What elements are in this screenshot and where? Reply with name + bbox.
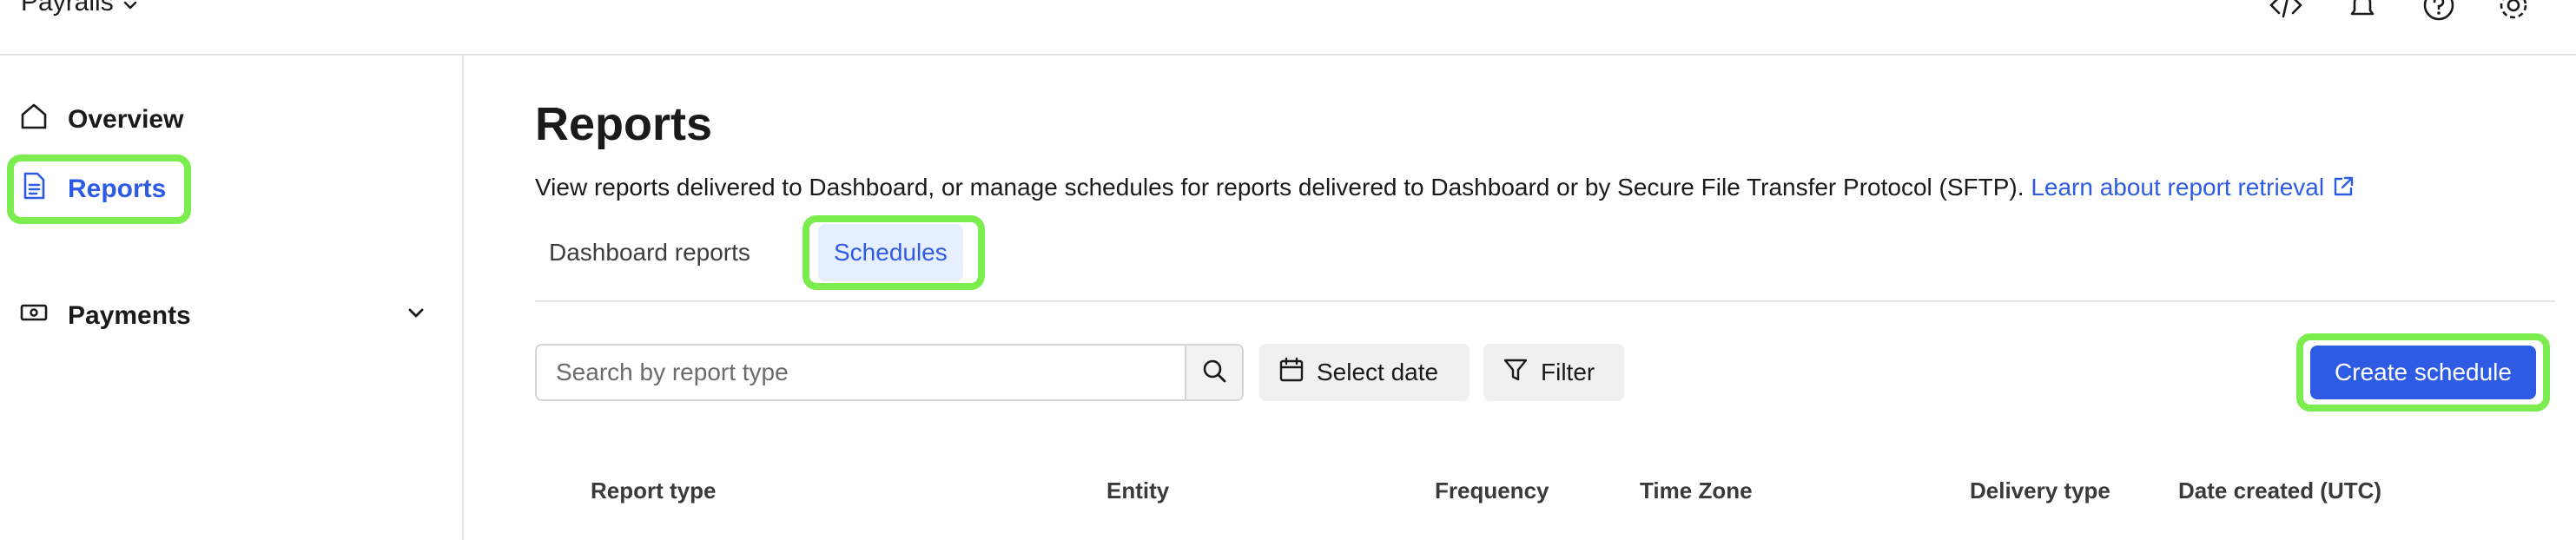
- column-header-entity[interactable]: Entity: [1106, 477, 1169, 504]
- sidebar: Overview Reports Payments: [0, 56, 464, 540]
- select-date-button[interactable]: Select date: [1259, 344, 1470, 401]
- sidebar-item-label: Payments: [68, 301, 191, 330]
- chevron-up-down-icon: [121, 0, 140, 17]
- gear-icon[interactable]: [2494, 0, 2533, 24]
- help-icon[interactable]: [2420, 0, 2458, 24]
- external-link-icon: [2331, 174, 2355, 201]
- search-icon: [1200, 357, 1228, 389]
- filter-label: Filter: [1541, 359, 1595, 385]
- top-bar: Payrails: [0, 0, 2576, 56]
- sidebar-item-payments[interactable]: Payments: [17, 288, 427, 344]
- column-header-delivery-type[interactable]: Delivery type: [1970, 477, 2110, 504]
- reports-highlight: [7, 155, 191, 224]
- workspace-switcher[interactable]: Payrails: [21, 0, 140, 17]
- schedules-highlight: [803, 215, 985, 290]
- page-description: View reports delivered to Dashboard, or …: [535, 174, 2355, 201]
- link-label: Learn about report retrieval: [2031, 174, 2325, 201]
- payments-icon: [19, 298, 49, 334]
- filter-button[interactable]: Filter: [1483, 344, 1624, 401]
- calendar-icon: [1278, 357, 1305, 389]
- workspace-name: Payrails: [21, 0, 114, 16]
- filter-icon: [1503, 357, 1529, 389]
- search-input[interactable]: [537, 346, 1185, 399]
- page-title: Reports: [535, 98, 713, 150]
- learn-report-retrieval-link[interactable]: Learn about report retrieval: [2031, 174, 2355, 201]
- bell-icon[interactable]: [2343, 0, 2381, 24]
- column-header-report-type[interactable]: Report type: [591, 477, 716, 504]
- column-header-date-created[interactable]: Date created (UTC): [2178, 477, 2381, 504]
- sidebar-item-overview[interactable]: Overview: [17, 92, 183, 148]
- report-search: [535, 344, 1244, 401]
- home-icon: [19, 102, 49, 138]
- sidebar-item-label: Overview: [68, 105, 184, 134]
- search-button[interactable]: [1185, 346, 1242, 399]
- tabs-divider: [535, 300, 2555, 302]
- tab-dashboard-reports[interactable]: Dashboard reports: [549, 224, 750, 281]
- description-text: View reports delivered to Dashboard, or …: [535, 174, 2024, 201]
- code-icon[interactable]: [2267, 0, 2305, 24]
- column-header-frequency[interactable]: Frequency: [1435, 477, 1549, 504]
- create-schedule-highlight: [2296, 333, 2550, 412]
- column-header-time-zone[interactable]: Time Zone: [1640, 477, 1753, 504]
- select-date-label: Select date: [1317, 359, 1439, 385]
- chevron-down-icon[interactable]: [405, 301, 427, 331]
